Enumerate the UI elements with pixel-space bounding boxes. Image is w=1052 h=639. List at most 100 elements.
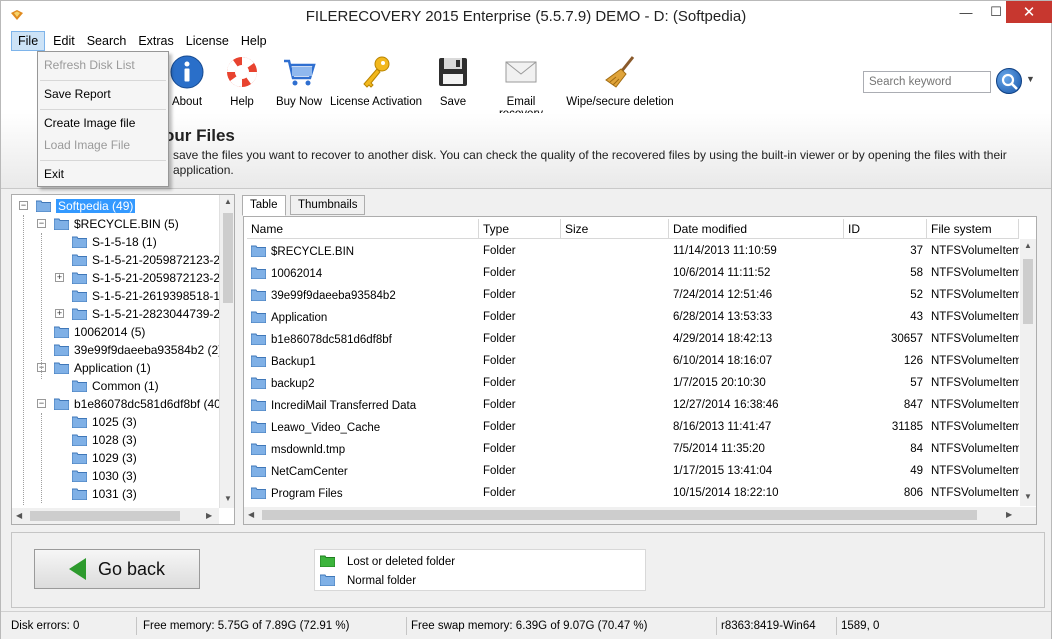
table-cell: 1/7/2015 20:10:30 xyxy=(673,377,766,389)
table-cell: 8/16/2013 11:41:47 xyxy=(673,421,772,433)
help-button[interactable]: Help xyxy=(223,54,261,108)
tab-table[interactable]: Table xyxy=(242,195,286,216)
table-cell: IncrediMail Transferred Data xyxy=(247,398,479,412)
menu-extras[interactable]: Extras xyxy=(132,31,179,51)
table-cell: 84 xyxy=(910,443,923,455)
folder-icon xyxy=(72,272,87,284)
table-row[interactable]: $RECYCLE.BIN Folder 11/14/2013 11:10:59 37 N… xyxy=(247,240,1019,262)
table-row[interactable]: IncrediMail Transferred Data Folder 12/27/… xyxy=(247,394,1019,416)
menu-search[interactable]: Search xyxy=(81,31,133,51)
table-row[interactable]: msdownld.tmp Folder 7/5/2014 11:35:20 84 NTF… xyxy=(247,438,1019,460)
tree-expander[interactable]: + xyxy=(55,273,64,282)
table-cell: Backup1 xyxy=(247,354,479,368)
tree-expander[interactable]: − xyxy=(19,201,28,210)
tree-node[interactable]: $RECYCLE.BIN (5) xyxy=(54,215,179,233)
menu-item-refresh[interactable]: Refresh Disk List xyxy=(44,56,135,74)
tree-node[interactable]: 1028 (3) xyxy=(72,431,137,449)
table-row[interactable]: Application Folder 6/28/2014 13:53:33 43 NTF… xyxy=(247,306,1019,328)
table-header: Name Type Size Date modified ID File system xyxy=(247,219,1019,239)
folder-tree[interactable]: Softpedia (49) − $RECYCLE.BIN (5) − S-1-5-18… xyxy=(11,194,235,525)
tree-node[interactable]: S-1-5-21-2619398518-17 xyxy=(72,287,227,305)
license-activation-button[interactable]: License Activation xyxy=(328,54,424,108)
tree-vertical-scrollbar[interactable]: ▲ ▼ xyxy=(219,195,234,508)
menu-item-create-image[interactable]: Create Image file xyxy=(44,114,135,132)
menu-license[interactable]: License xyxy=(180,31,235,51)
tree-node[interactable]: S-1-5-21-2059872123-20 xyxy=(72,269,227,287)
column-header[interactable]: Date modified xyxy=(669,219,844,239)
table-row[interactable]: NetCamCenter Folder 1/17/2015 13:41:04 49 NT… xyxy=(247,460,1019,482)
menu-file[interactable]: File xyxy=(11,31,46,51)
tree-node[interactable]: 1031 (3) xyxy=(72,485,137,503)
folder-icon xyxy=(54,326,69,338)
tree-node[interactable]: Common (1) xyxy=(72,377,159,395)
tree-node[interactable]: 39e99f9daeeba93584b2 (2) xyxy=(54,341,222,359)
tree-node[interactable]: Application (1) xyxy=(54,359,151,377)
menu-item-exit[interactable]: Exit xyxy=(44,165,64,183)
tree-node[interactable]: 1030 (3) xyxy=(72,467,137,485)
tree-node[interactable]: b1e86078dc581d6df8bf (40) xyxy=(54,395,225,413)
email-recovery-button[interactable]: Email recovery xyxy=(483,54,559,120)
table-cell: Folder xyxy=(483,355,516,367)
table-cell: 7/24/2014 12:51:46 xyxy=(673,289,773,301)
tree-node[interactable]: Softpedia (49) xyxy=(36,197,136,215)
table-cell: NTFSVolumeItem xyxy=(931,355,1019,367)
table-row[interactable]: 39e99f9daeeba93584b2 Folder 7/24/2014 12:5… xyxy=(247,284,1019,306)
folder-icon xyxy=(36,200,51,212)
tree-node[interactable]: 1029 (3) xyxy=(72,449,137,467)
tree-horizontal-scrollbar[interactable]: ◀ ▶ xyxy=(12,508,219,524)
table-cell: NTFSVolumeItem xyxy=(931,333,1019,345)
tree-node[interactable]: S-1-5-21-2823044739-23 xyxy=(72,305,227,323)
search-button[interactable] xyxy=(996,68,1022,94)
tree-node[interactable]: S-1-5-21-2059872123-20 xyxy=(72,251,227,269)
key-icon xyxy=(363,56,390,88)
save-button[interactable]: Save xyxy=(434,54,472,108)
table-cell: Folder xyxy=(483,311,516,323)
table-row[interactable]: backup2 Folder 1/7/2015 20:10:30 57 NTFSVolu… xyxy=(247,372,1019,394)
tree-expander[interactable]: − xyxy=(37,219,46,228)
file-menu-dropdown: Refresh Disk List Save Report Create Ima… xyxy=(37,51,169,187)
table-cell: NetCamCenter xyxy=(247,464,479,478)
tree-expander[interactable]: − xyxy=(37,399,46,408)
column-header[interactable]: Type xyxy=(479,219,561,239)
table-vertical-scrollbar[interactable]: ▲ ▼ xyxy=(1020,239,1036,506)
close-button[interactable]: ✕ xyxy=(1006,1,1052,23)
table-cell: NTFSVolumeItem xyxy=(931,465,1019,477)
buy-now-label: Buy Now xyxy=(275,96,323,108)
tab-thumbnails[interactable]: Thumbnails xyxy=(290,195,366,215)
column-header[interactable]: Size xyxy=(561,219,669,239)
menu-help[interactable]: Help xyxy=(235,31,273,51)
wipe-deletion-button[interactable]: Wipe/secure deletion xyxy=(564,54,676,108)
table-cell: NTFSVolumeItem xyxy=(931,443,1019,455)
tree-node[interactable]: S-1-5-18 (1) xyxy=(72,233,157,251)
back-arrow-icon xyxy=(68,558,86,580)
about-button[interactable]: About xyxy=(167,54,207,108)
table-horizontal-scrollbar[interactable]: ◀ ▶ xyxy=(244,507,1036,524)
tree-node[interactable]: 1025 (3) xyxy=(72,413,137,431)
minimize-button[interactable]: — xyxy=(951,1,981,23)
column-header[interactable]: File system xyxy=(927,219,1019,239)
menu-item-save-report[interactable]: Save Report xyxy=(44,85,111,103)
folder-icon xyxy=(72,380,87,392)
status-disk-errors: Disk errors: 0 xyxy=(7,617,137,635)
table-row[interactable]: Leawo_Video_Cache Folder 8/16/2013 11:41:4… xyxy=(247,416,1019,438)
table-row[interactable]: Backup1 Folder 6/10/2014 18:16:07 126 NTFSVo… xyxy=(247,350,1019,372)
title-bar[interactable]: FILERECOVERY 2015 Enterprise (5.5.7.9) D… xyxy=(1,1,1052,31)
help-label: Help xyxy=(230,96,254,108)
table-cell: Folder xyxy=(483,399,516,411)
column-header[interactable]: ID xyxy=(844,219,927,239)
table-row[interactable]: 10062014 Folder 10/6/2014 11:11:52 58 NTFSVo… xyxy=(247,262,1019,284)
menu-edit[interactable]: Edit xyxy=(47,31,81,51)
folder-icon xyxy=(54,218,69,230)
buy-now-button[interactable]: Buy Now xyxy=(273,54,325,108)
tree-expander[interactable]: + xyxy=(55,309,64,318)
column-header[interactable]: Name xyxy=(247,219,479,239)
table-row[interactable]: b1e86078dc581d6df8bf Folder 4/29/2014 18:4… xyxy=(247,328,1019,350)
table-cell: 30657 xyxy=(891,333,923,345)
table-row[interactable]: Program Files Folder 10/15/2014 18:22:10 80… xyxy=(247,482,1019,504)
go-back-button[interactable]: Go back xyxy=(34,549,200,589)
search-options-dropdown[interactable]: ▼ xyxy=(1026,74,1035,84)
tree-node[interactable]: 10062014 (5) xyxy=(54,323,145,341)
menu-item-load-image[interactable]: Load Image File xyxy=(44,136,130,154)
table-cell: NTFSVolumeItem xyxy=(931,289,1019,301)
search-input[interactable] xyxy=(863,71,991,93)
